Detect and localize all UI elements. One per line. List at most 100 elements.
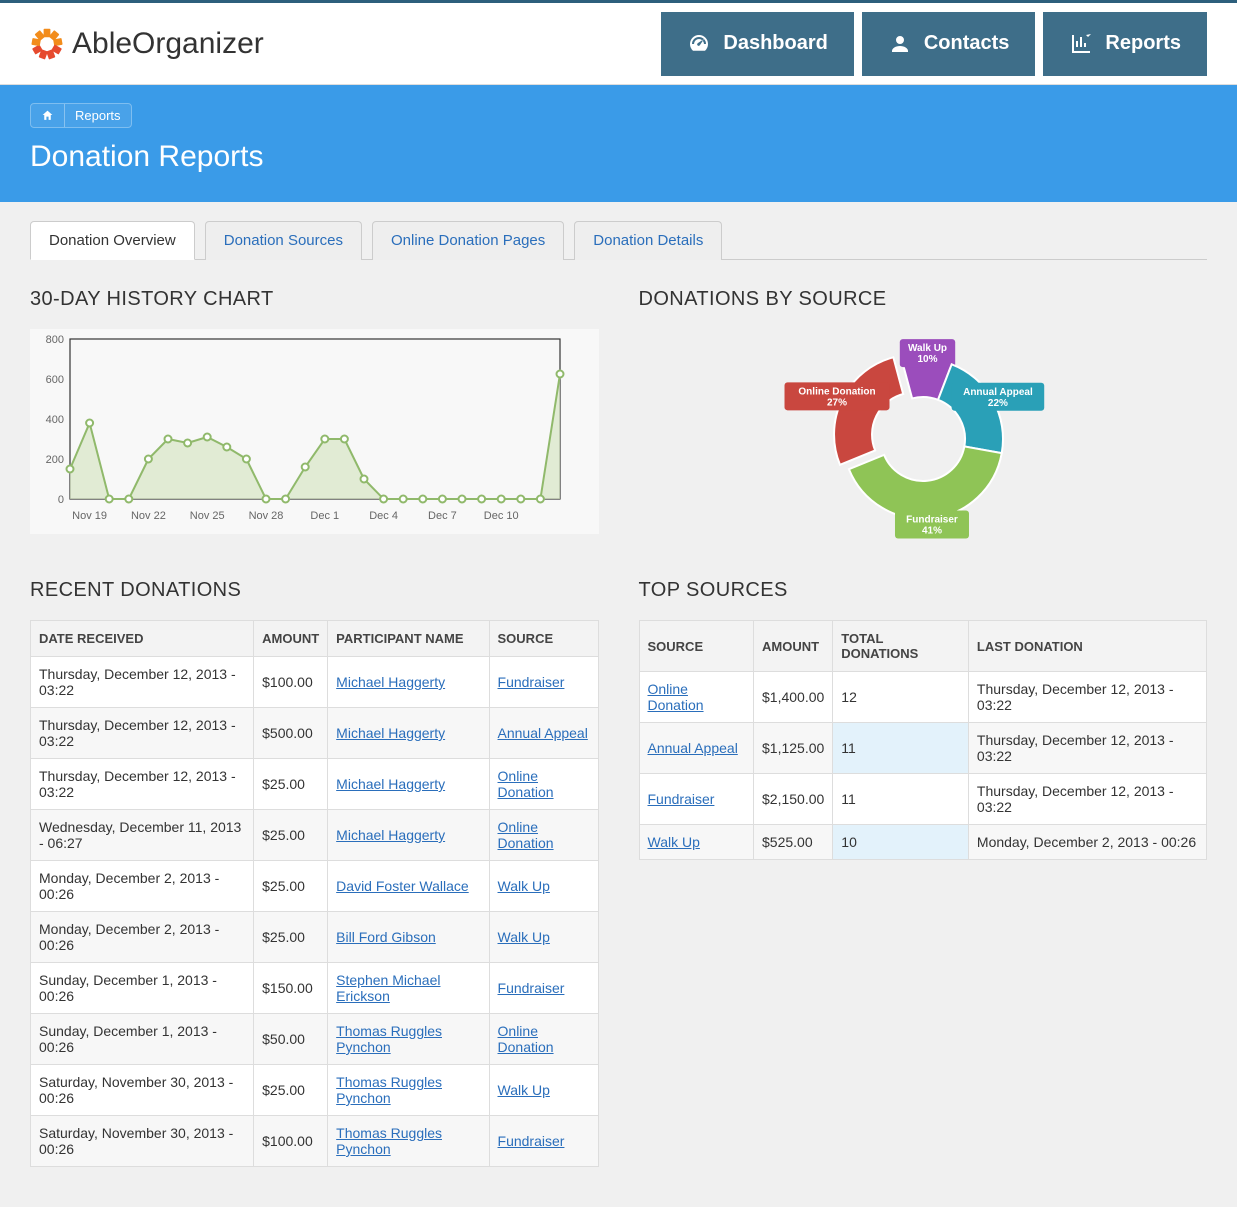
cell-amount: $25.00: [254, 861, 328, 912]
cell-source: Walk Up: [489, 861, 598, 912]
top-sources-title: TOP SOURCES: [639, 579, 1208, 602]
cell-participant: David Foster Wallace: [328, 861, 489, 912]
cell-last: Thursday, December 12, 2013 - 03:22: [968, 723, 1206, 774]
table-row: Thursday, December 12, 2013 - 03:22$100.…: [31, 657, 599, 708]
cell-source: Online Donation: [639, 672, 754, 723]
cell-participant: Michael Haggerty: [328, 708, 489, 759]
breadcrumb: Reports: [30, 103, 132, 128]
cell-amount: $500.00: [254, 708, 328, 759]
cell-amount: $1,125.00: [754, 723, 833, 774]
participant-link[interactable]: Bill Ford Gibson: [336, 929, 436, 945]
svg-text:Annual Appeal: Annual Appeal: [963, 387, 1033, 398]
source-link[interactable]: Walk Up: [498, 878, 550, 894]
tab-donation-sources[interactable]: Donation Sources: [205, 221, 362, 260]
source-link[interactable]: Online Donation: [498, 768, 554, 800]
svg-text:27%: 27%: [827, 397, 847, 408]
brand-logo[interactable]: AbleOrganizer: [30, 27, 264, 61]
source-link[interactable]: Walk Up: [648, 834, 700, 850]
source-link[interactable]: Annual Appeal: [498, 725, 588, 741]
nav-reports[interactable]: Reports: [1043, 12, 1207, 76]
recent-donations-title: RECENT DONATIONS: [30, 579, 599, 602]
table-row: Saturday, November 30, 2013 - 00:26$25.0…: [31, 1065, 599, 1116]
participant-link[interactable]: Michael Haggerty: [336, 827, 445, 843]
col-amount[interactable]: AMOUNT: [754, 621, 833, 672]
col-amount[interactable]: AMOUNT: [254, 621, 328, 657]
nav-reports-label: Reports: [1105, 32, 1181, 55]
cell-total: 10: [833, 825, 969, 860]
source-link[interactable]: Fundraiser: [498, 980, 565, 996]
donations-by-source-title: DONATIONS BY SOURCE: [639, 288, 1208, 311]
cell-participant: Bill Ford Gibson: [328, 912, 489, 963]
source-link[interactable]: Walk Up: [498, 1082, 550, 1098]
svg-text:22%: 22%: [988, 398, 1008, 409]
col-last-donation[interactable]: LAST DONATION: [968, 621, 1206, 672]
history-chart-section: 30-DAY HISTORY CHART 0200400600800Nov 19…: [30, 288, 599, 539]
col-participant-name[interactable]: PARTICIPANT NAME: [328, 621, 489, 657]
cell-total: 12: [833, 672, 969, 723]
source-link[interactable]: Fundraiser: [498, 674, 565, 690]
participant-link[interactable]: Michael Haggerty: [336, 674, 445, 690]
cell-source: Fundraiser: [489, 657, 598, 708]
top-sources-table: SOURCE AMOUNT TOTAL DONATIONS LAST DONAT…: [639, 620, 1208, 860]
source-link[interactable]: Fundraiser: [498, 1133, 565, 1149]
participant-link[interactable]: Thomas Ruggles Pynchon: [336, 1023, 442, 1055]
source-link[interactable]: Online Donation: [498, 1023, 554, 1055]
cell-date: Monday, December 2, 2013 - 00:26: [31, 912, 254, 963]
cell-total: 11: [833, 774, 969, 825]
nav-contacts[interactable]: Contacts: [862, 12, 1036, 76]
table-row: Fundraiser$2,150.0011Thursday, December …: [639, 774, 1207, 825]
svg-text:600: 600: [46, 374, 64, 386]
svg-text:200: 200: [46, 454, 64, 466]
cell-amount: $25.00: [254, 759, 328, 810]
cell-date: Saturday, November 30, 2013 - 00:26: [31, 1065, 254, 1116]
table-row: Thursday, December 12, 2013 - 03:22$500.…: [31, 708, 599, 759]
tab-online-donation-pages[interactable]: Online Donation Pages: [372, 221, 564, 260]
cell-date: Sunday, December 1, 2013 - 00:26: [31, 963, 254, 1014]
cell-date: Thursday, December 12, 2013 - 03:22: [31, 657, 254, 708]
source-link[interactable]: Online Donation: [498, 819, 554, 851]
table-row: Annual Appeal$1,125.0011Thursday, Decemb…: [639, 723, 1207, 774]
cell-source: Fundraiser: [489, 1116, 598, 1167]
nav-contacts-label: Contacts: [924, 32, 1010, 55]
tab-donation-overview[interactable]: Donation Overview: [30, 221, 195, 260]
cell-source: Walk Up: [489, 1065, 598, 1116]
donut-chart-svg: Walk Up10%Annual Appeal22%Fundraiser41%O…: [743, 329, 1103, 539]
source-link[interactable]: Online Donation: [648, 681, 704, 713]
svg-text:400: 400: [46, 414, 64, 426]
cell-date: Monday, December 2, 2013 - 00:26: [31, 861, 254, 912]
breadcrumb-home[interactable]: [31, 104, 65, 127]
tab-donation-details[interactable]: Donation Details: [574, 221, 722, 260]
cell-participant: Thomas Ruggles Pynchon: [328, 1065, 489, 1116]
cell-source: Fundraiser: [489, 963, 598, 1014]
participant-link[interactable]: Stephen Michael Erickson: [336, 972, 440, 1004]
cell-amount: $525.00: [754, 825, 833, 860]
table-row: Monday, December 2, 2013 - 00:26$25.00 Da…: [31, 861, 599, 912]
source-link[interactable]: Annual Appeal: [648, 740, 738, 756]
participant-link[interactable]: Thomas Ruggles Pynchon: [336, 1125, 442, 1157]
tab-label: Online Donation Pages: [391, 232, 545, 249]
svg-text:10%: 10%: [917, 354, 937, 365]
participant-link[interactable]: Michael Haggerty: [336, 776, 445, 792]
cell-source: Annual Appeal: [639, 723, 754, 774]
col-source[interactable]: SOURCE: [639, 621, 754, 672]
col-source[interactable]: SOURCE: [489, 621, 598, 657]
donut-chart: Walk Up10%Annual Appeal22%Fundraiser41%O…: [639, 329, 1208, 539]
chart-icon: [1069, 32, 1093, 56]
nav-dashboard-label: Dashboard: [723, 32, 827, 55]
participant-link[interactable]: David Foster Wallace: [336, 878, 469, 894]
source-link[interactable]: Walk Up: [498, 929, 550, 945]
source-link[interactable]: Fundraiser: [648, 791, 715, 807]
participant-link[interactable]: Thomas Ruggles Pynchon: [336, 1074, 442, 1106]
table-row: Thursday, December 12, 2013 - 03:22$25.0…: [31, 759, 599, 810]
nav-dashboard[interactable]: Dashboard: [661, 12, 853, 76]
cell-participant: Stephen Michael Erickson: [328, 963, 489, 1014]
col-date-received[interactable]: DATE RECEIVED: [31, 621, 254, 657]
svg-text:Dec 1: Dec 1: [310, 510, 339, 522]
breadcrumb-reports[interactable]: Reports: [65, 104, 131, 127]
history-chart-title: 30-DAY HISTORY CHART: [30, 288, 599, 311]
participant-link[interactable]: Michael Haggerty: [336, 725, 445, 741]
cell-source: Online Donation: [489, 810, 598, 861]
breadcrumb-reports-label: Reports: [75, 108, 121, 123]
svg-text:41%: 41%: [922, 526, 942, 537]
col-total-donations[interactable]: TOTAL DONATIONS: [833, 621, 969, 672]
